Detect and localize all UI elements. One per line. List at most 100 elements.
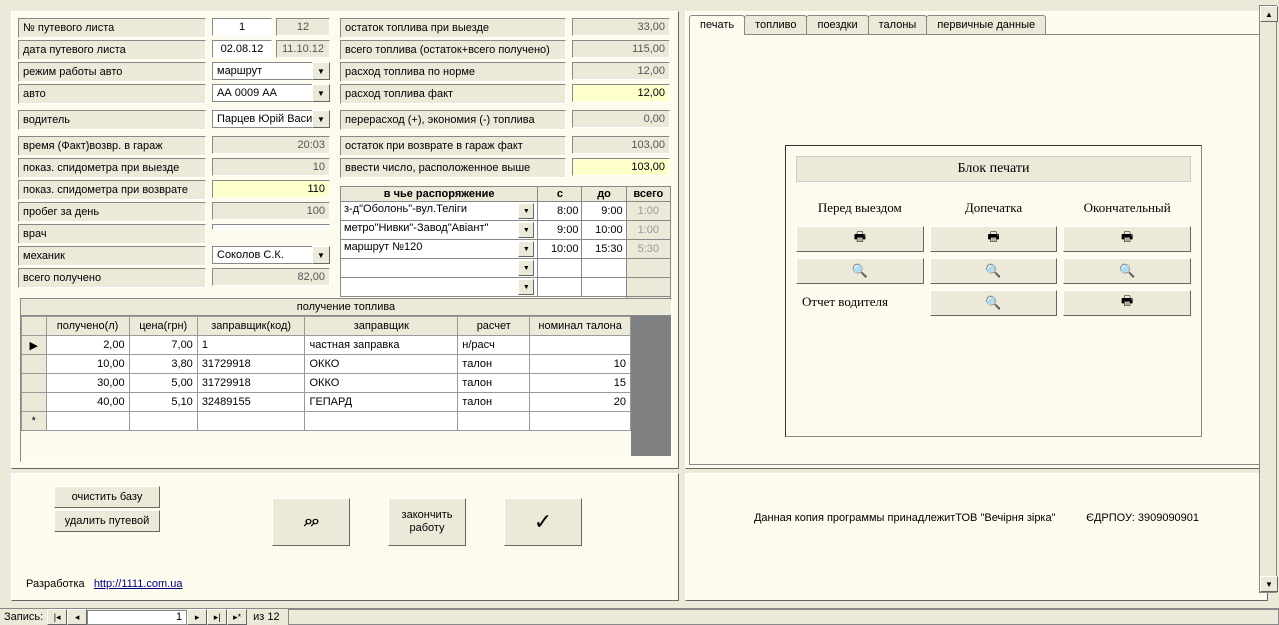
lbl-odo-in: показ. спидометра при возврате [18,180,206,200]
disp-row[interactable]: ▼ [341,259,671,278]
record-navigator: Запись: |◂ ◂ 1 ▸ ▸| ▸* из 12 [0,608,1279,625]
preview-btn-2-2[interactable]: 🔍 [930,258,1058,284]
val-fuel-fact[interactable]: 12,00 [572,84,670,102]
fuel-receipt-panel: получение топлива получено(л) цена(грн) … [20,298,672,462]
print-btn-1-1[interactable]: 🖶 [796,226,924,252]
owner-text: Данная копия программы принадлежитТОВ "В… [754,512,1056,524]
chevron-down-icon[interactable]: ▼ [312,84,330,102]
vertical-scrollbar[interactable]: ▲ ▼ [1259,5,1277,593]
nav-last-button[interactable]: ▸| [207,609,227,625]
tab-coupons[interactable]: талоны [868,15,928,35]
tab-print[interactable]: печать [689,15,745,35]
nav-scrollbar[interactable] [288,609,1279,625]
val-waybill-number[interactable]: 1 [212,18,272,36]
print-title: Блок печати [796,156,1191,182]
chevron-down-icon[interactable]: ▼ [518,203,534,219]
val-fuel-norm: 12,00 [572,62,670,80]
val-waybill-date[interactable]: 02.08.12 [212,40,272,58]
disp-row[interactable]: маршрут №120▼ 10:00 15:30 5:30 [341,240,671,259]
fuel-title: получение топлива [21,299,671,316]
lbl-mileage: пробег за день [18,202,206,222]
binoculars-icon: ⌕⌕ [304,513,318,531]
preview-btn-2-3[interactable]: 🔍 [1063,258,1191,284]
dev-label: Разработка http://1111.com.ua [26,578,182,590]
fuel-row[interactable]: 10,00 3,80 31729918 ОККО талон 10 [22,355,631,374]
dd-car[interactable]: АА 0009 АА ▼ [212,84,330,102]
preview-btn-2-1[interactable]: 🔍 [796,258,924,284]
magnifier-icon: 🔍 [1119,263,1135,279]
val-odo-in[interactable]: 110 [212,180,330,198]
waybill-form-panel: № путевого листа дата путевого листа реж… [11,11,679,469]
nav-first-button[interactable]: |◂ [47,609,67,625]
lbl-mechanic: механик [18,246,206,266]
delete-waybill-button[interactable]: удалить путевой [54,510,160,532]
confirm-button[interactable]: ✓ [504,498,582,546]
printer-icon: 🖶 [854,228,866,250]
print-col2: Допечатка [930,196,1058,220]
dd-driver[interactable]: Парцев Юрій Васи ▼ [212,110,330,128]
dd-driver-text: Парцев Юрій Васи [212,110,312,128]
magnifier-icon: 🔍 [985,263,1001,279]
nav-prev-button[interactable]: ◂ [67,609,87,625]
disp-row[interactable]: з-д"Оболонь"-вул.Теліги▼ 8:00 9:00 1:00 [341,202,671,221]
disp-row[interactable]: ▼ [341,278,671,297]
lbl-doctor: врач [18,224,206,244]
val-received-total: 82,00 [212,268,330,286]
chevron-down-icon[interactable]: ▼ [518,241,534,257]
dd-mechanic-text: Соколов С.К. [212,246,312,264]
chevron-down-icon[interactable]: ▼ [312,246,330,264]
magnifier-icon: 🔍 [985,295,1001,311]
dev-link[interactable]: http://1111.com.ua [94,578,183,590]
chevron-down-icon[interactable]: ▼ [518,279,534,295]
chevron-down-icon[interactable]: ▼ [312,110,330,128]
val-fuel-out: 33,00 [572,18,670,36]
fuel-grid[interactable]: получено(л) цена(грн) заправщик(код) зап… [21,316,631,431]
dd-mechanic[interactable]: Соколов С.К. ▼ [212,246,330,264]
tab-primary[interactable]: первичные данные [926,15,1046,35]
print-btn-1-2[interactable]: 🖶 [930,226,1058,252]
clear-db-button[interactable]: очистить базу [54,486,160,508]
val-odo-out[interactable]: 10 [212,158,330,176]
val-doctor[interactable] [212,224,330,230]
chevron-down-icon[interactable]: ▼ [518,260,534,276]
dd-mode[interactable]: маршрут ▼ [212,62,330,80]
scroll-down-icon[interactable]: ▼ [1260,576,1278,592]
fuel-row[interactable]: 40,00 5,10 32489155 ГЕПАРД талон 20 [22,393,631,412]
fuel-new-row[interactable]: * [22,412,631,431]
edrpou-text: ЄДРПОУ: 3909090901 [1086,512,1199,524]
driver-report-print[interactable]: 🖶 [1063,290,1191,316]
chevron-down-icon[interactable]: ▼ [518,222,534,238]
scroll-up-icon[interactable]: ▲ [1260,6,1278,22]
val-return-time[interactable]: 20:03 [212,136,330,154]
lbl-mode: режим работы авто [18,62,206,82]
lbl-fuel-return: остаток при возврате в гараж факт [340,136,566,156]
search-button[interactable]: ⌕⌕ [272,498,350,546]
nav-new-button[interactable]: ▸* [227,609,247,625]
lbl-waybill-date: дата путевого листа [18,40,206,60]
val-fuel-total: 115,00 [572,40,670,58]
print-btn-1-3[interactable]: 🖶 [1063,226,1191,252]
tab-row: печать топливо поездки талоны первичные … [689,15,1264,35]
lbl-received-total: всего получено [18,268,206,288]
print-block: Блок печати Перед выездом Допечатка Окон… [785,145,1202,437]
nav-position[interactable]: 1 [87,610,187,625]
disp-hdr-total: всего [626,187,670,202]
disp-row[interactable]: метро"Нивки"-Завод"Авіант"▼ 9:00 10:00 1… [341,221,671,240]
val-fuel-enter[interactable]: 103,00 [572,158,670,176]
dd-mode-text: маршрут [212,62,312,80]
fuel-row[interactable]: ▶ 2,00 7,00 1 частная заправка н/расч [22,336,631,355]
chevron-down-icon[interactable]: ▼ [312,62,330,80]
driver-report-preview[interactable]: 🔍 [930,290,1058,316]
disp-hdr-to: до [582,187,626,202]
checkmark-icon: ✓ [534,509,552,535]
fuel-row[interactable]: 30,00 5,00 31729918 ОККО талон 15 [22,374,631,393]
tab-trips[interactable]: поездки [806,15,868,35]
val-mileage: 100 [212,202,330,220]
lbl-waybill-number: № путевого листа [18,18,206,38]
nav-next-button[interactable]: ▸ [187,609,207,625]
finish-work-button[interactable]: закончить работу [388,498,466,546]
tab-fuel[interactable]: топливо [744,15,807,35]
magnifier-icon: 🔍 [852,263,868,279]
val-fuel-diff: 0,00 [572,110,670,128]
printer-icon: 🖶 [1121,228,1133,250]
